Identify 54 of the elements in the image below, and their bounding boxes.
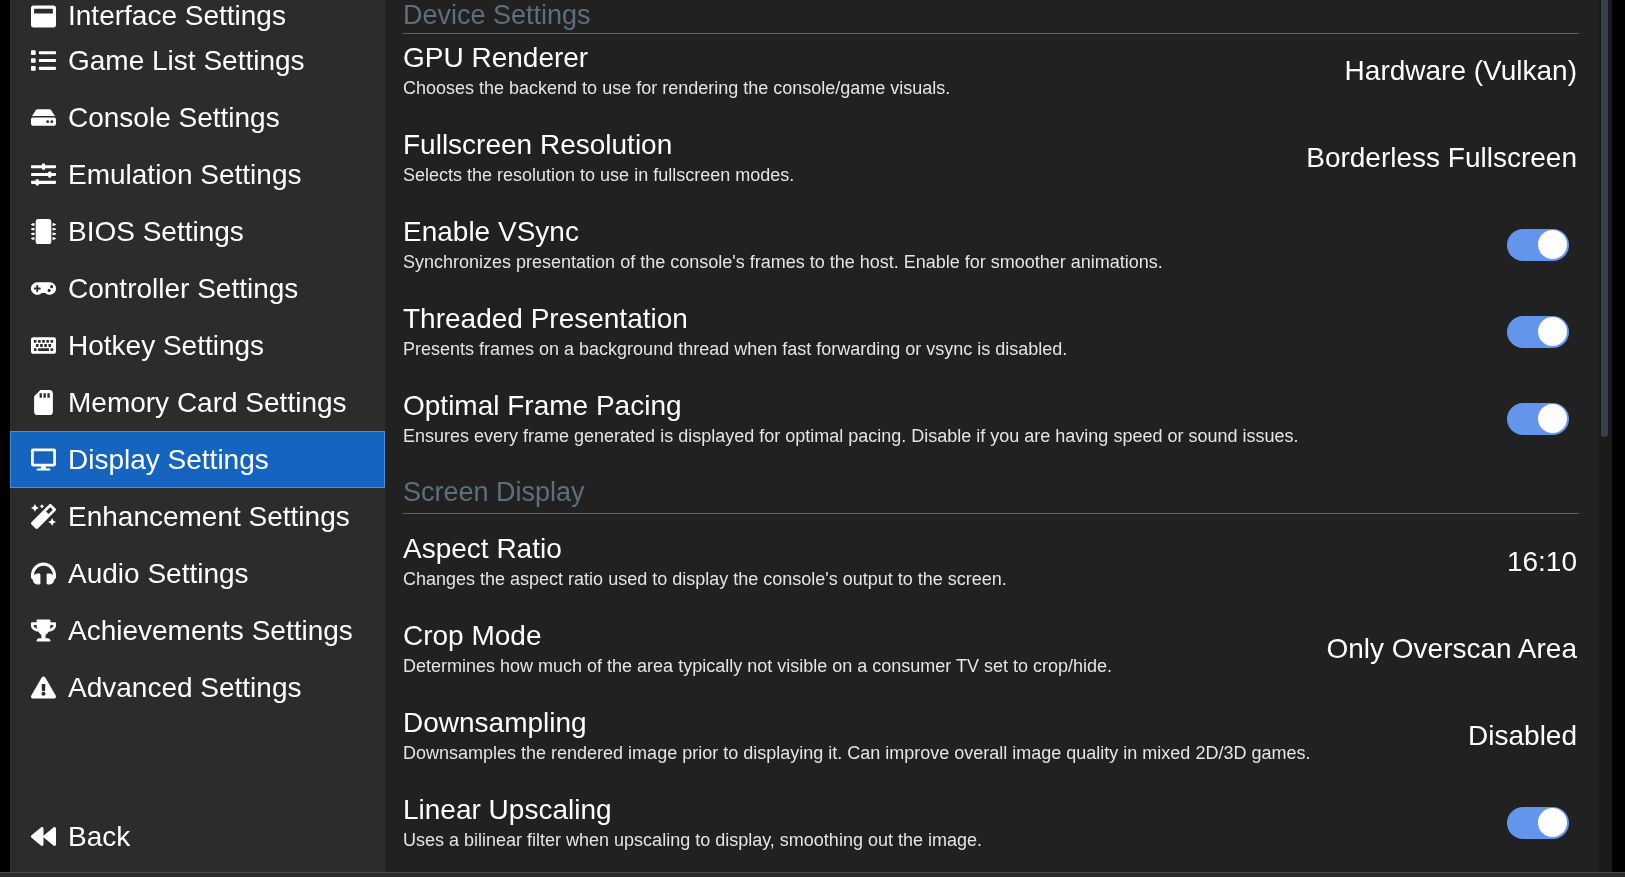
sidebar-item[interactable]: Game List Settings [10,32,385,89]
setting-description: Uses a bilinear filter when upscaling to display, smoothing out the image. [403,830,982,851]
setting-description: Downsamples the rendered image prior to displaying it. Can improve overall image quality in mixed 2D/3D games. [403,743,1311,764]
setting-title: GPU Renderer [403,42,589,73]
setting-title: Linear Upscaling [403,794,612,825]
chip-icon [30,219,56,244]
sidebar-item[interactable]: BIOS Settings [10,203,385,260]
sidebar-item[interactable]: Hotkey Settings [10,317,385,374]
setting-description: Selects the resolution to use in fullscreen modes. [403,165,795,186]
monitor-icon [30,447,56,472]
sidebar-item[interactable]: Enhancement Settings [10,488,385,545]
sidebar-item[interactable]: Achievements Settings [10,602,385,659]
setting-title: Enable VSync [403,216,579,247]
warning-icon [30,675,56,700]
rewind-icon [30,824,56,849]
setting-value[interactable]: 16:10 [1506,546,1577,577]
list-icon [30,48,56,73]
setting-value[interactable]: Borderless Fullscreen [1306,142,1577,173]
setting-value[interactable]: Hardware (Vulkan) [1344,55,1577,86]
trophy-icon [30,618,56,643]
sidebar-item[interactable]: Interface Settings [10,0,385,32]
setting-description: Determines how much of the area typically not visible on a consumer TV set to crop/hide. [403,656,1112,677]
sliders-icon [30,162,56,187]
setting-description: Ensures every frame generated is displayed for optimal pacing. Disable if you are having speed or sound issues. [403,426,1299,447]
sidebar-item[interactable]: Memory Card Settings [10,374,385,431]
section-heading: Screen Display [403,477,585,507]
setting-title: Fullscreen Resolution [403,129,673,160]
sidebar-item[interactable]: Audio Settings [10,545,385,602]
section-heading: Device Settings [403,0,591,30]
sidebar-item[interactable]: Console Settings [10,89,385,146]
setting-description: Synchronizes presentation of the console's frames to the host. Enable for smoother animations. [403,252,1163,273]
scrollbar-thumb[interactable] [1601,0,1608,437]
setting-description: Changes the aspect ratio used to display the console's output to the screen. [403,569,1007,590]
toggle-switch[interactable] [1507,228,1569,261]
headphones-icon [30,561,56,586]
toggle-switch[interactable] [1507,315,1569,348]
setting-title: Crop Mode [403,620,542,651]
sidebar-item[interactable]: Advanced Settings [10,659,385,716]
magic-wand-icon [30,504,56,529]
sidebar-item[interactable]: Controller Settings [10,260,385,317]
setting-description: Chooses the backend to use for rendering the console/game visuals. [403,78,951,99]
setting-value[interactable]: Disabled [1468,720,1577,751]
sidebar-item[interactable]: Display Settings [10,431,385,488]
setting-title: Optimal Frame Pacing [403,390,682,421]
sidebar-item[interactable]: Emulation Settings [10,146,385,203]
setting-title: Downsampling [403,707,587,738]
window-icon [30,3,56,29]
toggle-switch[interactable] [1507,402,1569,435]
back-button[interactable]: Back [10,808,385,865]
setting-description: Presents frames on a background thread when fast forwarding or vsync is disabled. [403,339,1068,360]
setting-title: Aspect Ratio [403,533,562,564]
toggle-switch[interactable] [1507,806,1569,839]
setting-title: Threaded Presentation [403,303,688,334]
setting-value[interactable]: Only Overscan Area [1326,633,1577,664]
